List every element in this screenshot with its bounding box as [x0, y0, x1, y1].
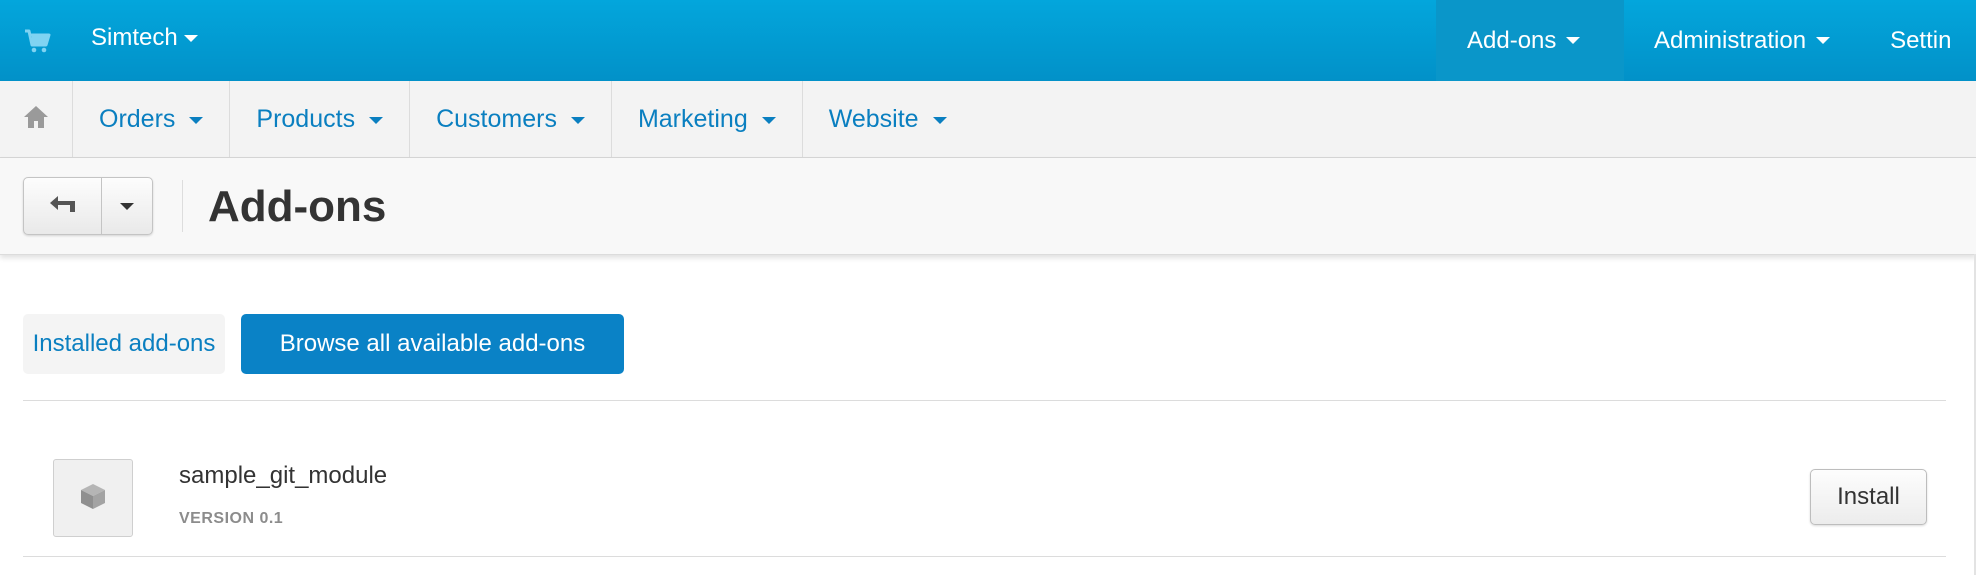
home-icon [23, 105, 49, 134]
tab-browse-addons[interactable]: Browse all available add-ons [241, 314, 624, 374]
chevron-down-icon [1566, 37, 1581, 44]
chevron-down-icon [932, 116, 947, 124]
addon-tabs: Installed add-ons Browse all available a… [23, 314, 624, 374]
back-button-group [23, 177, 153, 235]
cart-icon[interactable] [22, 26, 52, 56]
store-name: Simtech [91, 24, 178, 51]
chevron-down-icon [761, 116, 776, 124]
addon-name[interactable]: sample_git_module [179, 462, 387, 490]
package-icon [78, 481, 108, 516]
chevron-down-icon [189, 116, 204, 124]
nav-item-marketing[interactable]: Marketing [612, 81, 803, 157]
main-nav: Orders Products Customers Marketing Webs… [0, 81, 1976, 158]
page-title: Add-ons [208, 182, 387, 231]
chevron-down-icon [183, 34, 198, 42]
nav-item-products[interactable]: Products [230, 81, 411, 157]
top-bar: Simtech Add-ons Administration Settin [0, 0, 1976, 81]
top-menu-settings[interactable]: Settin [1860, 0, 1976, 81]
home-button[interactable] [0, 81, 73, 157]
nav-item-label: Orders [99, 104, 176, 133]
store-switcher[interactable]: Simtech [91, 24, 198, 52]
top-menu-administration[interactable]: Administration [1624, 0, 1860, 81]
addon-thumbnail [53, 459, 133, 537]
addon-version: VERSION 0.1 [179, 510, 284, 527]
nav-item-orders[interactable]: Orders [73, 81, 231, 157]
divider [23, 400, 1946, 401]
back-button[interactable] [24, 178, 102, 234]
top-menu-label: Add-ons [1467, 26, 1557, 54]
top-menu-label: Administration [1654, 26, 1807, 54]
header-divider [182, 180, 183, 232]
back-arrow-icon [48, 194, 78, 219]
nav-item-label: Website [828, 104, 919, 133]
nav-item-website[interactable]: Website [803, 81, 973, 157]
top-menu-label: Settin [1890, 26, 1952, 54]
caret-down-icon [120, 202, 134, 210]
nav-item-customers[interactable]: Customers [410, 81, 612, 157]
chevron-down-icon [369, 116, 384, 124]
install-button[interactable]: Install [1810, 469, 1927, 525]
nav-item-label: Products [256, 104, 356, 133]
chevron-down-icon [570, 116, 585, 124]
divider [23, 556, 1946, 557]
top-menu-addons[interactable]: Add-ons [1436, 0, 1624, 81]
nav-item-label: Marketing [637, 104, 748, 133]
chevron-down-icon [1816, 37, 1831, 44]
top-menu: Add-ons Administration Settin [1436, 0, 1976, 81]
back-dropdown-button[interactable] [102, 178, 152, 234]
nav-item-label: Customers [436, 104, 557, 133]
tab-installed-addons[interactable]: Installed add-ons [23, 314, 225, 374]
